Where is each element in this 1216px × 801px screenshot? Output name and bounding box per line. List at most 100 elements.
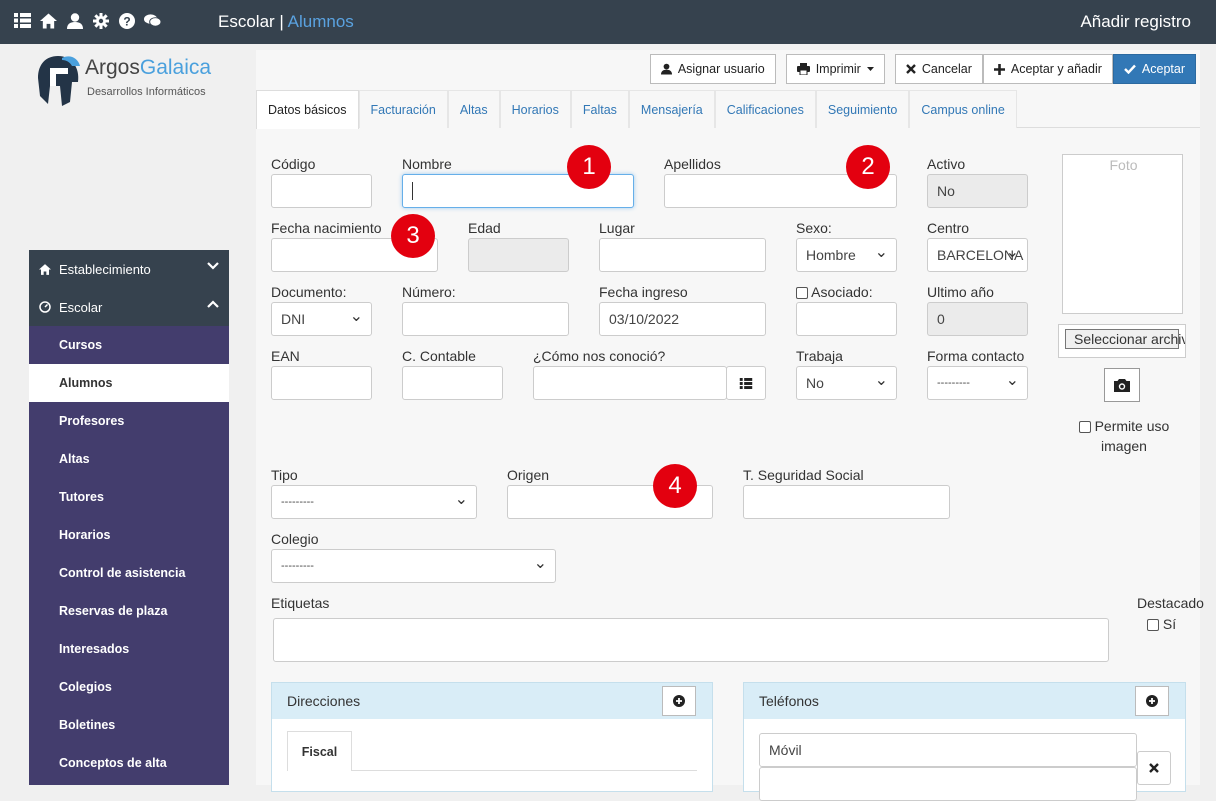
company-logo: ArgosGalaica Desarrollos Informáticos [30, 50, 230, 110]
tab-mensajeria[interactable]: Mensajería [628, 90, 715, 128]
tipo-select[interactable]: --------- [271, 485, 477, 519]
add-direccion-button[interactable] [662, 686, 696, 716]
print-icon [796, 63, 810, 75]
direcciones-panel: Direcciones Fiscal [271, 682, 713, 792]
annotation-badge-4: 4 [653, 464, 697, 508]
helmet-icon [38, 56, 80, 106]
tab-fiscal[interactable]: Fiscal [287, 731, 352, 771]
camera-button[interactable] [1104, 368, 1140, 402]
trabaja-label: Trabaja [796, 348, 843, 364]
seguridad-social-input[interactable] [743, 485, 950, 519]
telefono-numero-input[interactable] [759, 767, 1137, 801]
sidebar-item-interesados[interactable]: Interesados [29, 630, 229, 668]
top-navbar: ? Escolar | Alumnos Añadir registro [0, 0, 1216, 44]
plus-circle-icon [673, 695, 685, 707]
print-label: Imprimir [815, 62, 861, 76]
sidebar-item-colegios[interactable]: Colegios [29, 668, 229, 706]
fecha-ingreso-input[interactable]: 03/10/2022 [599, 302, 766, 336]
trabaja-select[interactable]: No [796, 366, 897, 400]
section-title: Escolar [218, 12, 275, 31]
user-icon [660, 63, 672, 75]
edad-field [468, 238, 569, 272]
plus-circle-icon [1146, 695, 1158, 707]
permite-uso-checkbox[interactable] [1078, 421, 1091, 434]
sidebar-item-boletines[interactable]: Boletines [29, 706, 229, 744]
svg-text:?: ? [123, 14, 130, 28]
colegio-select[interactable]: --------- [271, 549, 556, 583]
sidebar-section-establecimiento[interactable]: Establecimiento [29, 250, 229, 288]
accept-button[interactable]: Aceptar [1112, 54, 1196, 84]
home-icon [39, 263, 51, 275]
photo-box: Foto [1062, 154, 1183, 314]
file-select-button[interactable]: Seleccionar archivo [1058, 324, 1186, 358]
como-conocio-input[interactable] [533, 366, 727, 400]
tab-facturacion[interactable]: Facturación [358, 90, 448, 128]
tab-faltas[interactable]: Faltas [570, 90, 629, 128]
gear-icon[interactable] [92, 12, 109, 29]
numero-label: Número: [402, 284, 456, 300]
permite-uso-label-2: imagen [1101, 438, 1147, 454]
activo-label: Activo [927, 156, 966, 172]
c-contable-label: C. Contable [402, 348, 476, 364]
remove-telefono-button[interactable] [1137, 751, 1171, 785]
logo-name: ArgosGalaica [85, 56, 211, 80]
tab-datos-basicos[interactable]: Datos básicos [256, 90, 359, 129]
ean-label: EAN [271, 348, 300, 364]
text-cursor [412, 182, 413, 200]
sidebar-item-conceptos-alta[interactable]: Conceptos de alta [29, 744, 229, 782]
colegio-label: Colegio [271, 531, 319, 547]
sexo-select[interactable]: Hombre [796, 238, 897, 272]
cancel-button[interactable]: Cancelar [894, 54, 983, 84]
print-button[interactable]: Imprimir [785, 54, 885, 84]
title-separator: | [279, 12, 284, 31]
chat-icon[interactable] [144, 12, 161, 29]
etiquetas-input[interactable] [273, 618, 1109, 662]
sidebar-section-escolar[interactable]: Escolar [29, 288, 229, 326]
sidebar-item-altas[interactable]: Altas [29, 440, 229, 478]
tab-campus-online[interactable]: Campus online [909, 90, 1017, 128]
forma-contacto-label: Forma contacto [927, 348, 1025, 364]
sidebar-item-cursos[interactable]: Cursos [29, 326, 229, 364]
lugar-input[interactable] [599, 238, 766, 272]
tab-horarios[interactable]: Horarios [499, 90, 571, 128]
tab-seguimiento[interactable]: Seguimiento [815, 90, 910, 128]
asociado-checkbox[interactable] [796, 287, 808, 300]
accept-add-label: Aceptar y añadir [1010, 62, 1102, 76]
ean-input[interactable] [271, 366, 372, 400]
centro-select[interactable]: BARCELONA [927, 238, 1028, 272]
close-icon [905, 64, 916, 74]
assign-user-label: Asignar usuario [677, 62, 765, 76]
tab-calificaciones[interactable]: Calificaciones [714, 90, 816, 128]
c-contable-input[interactable] [402, 366, 503, 400]
check-icon [1124, 64, 1136, 74]
sidebar-item-alumnos[interactable]: Alumnos [29, 364, 229, 402]
logo-tagline: Desarrollos Informáticos [87, 86, 206, 98]
asociado-input[interactable] [796, 302, 897, 336]
como-conocio-list-button[interactable] [726, 366, 766, 400]
sidebar-item-horarios[interactable]: Horarios [29, 516, 229, 554]
destacado-checkbox[interactable] [1147, 619, 1159, 632]
numero-input[interactable] [402, 302, 569, 336]
help-icon[interactable]: ? [118, 12, 135, 29]
sidebar-item-control-asistencia[interactable]: Control de asistencia [29, 554, 229, 592]
sidebar-item-reservas-plaza[interactable]: Reservas de plaza [29, 592, 229, 630]
list-icon[interactable] [14, 12, 31, 29]
telefono-tipo-input[interactable]: Móvil [759, 733, 1137, 767]
tab-altas[interactable]: Altas [447, 90, 500, 128]
como-conocio-label: ¿Cómo nos conoció? [533, 348, 666, 364]
user-icon[interactable] [66, 12, 83, 29]
home-icon[interactable] [40, 12, 57, 29]
logo-name-a: Argos [85, 56, 140, 79]
caret-down-icon [866, 67, 874, 71]
sidebar-item-profesores[interactable]: Profesores [29, 402, 229, 440]
documento-select[interactable]: DNI [271, 302, 372, 336]
assign-user-button[interactable]: Asignar usuario [649, 54, 776, 84]
forma-contacto-select[interactable]: --------- [927, 366, 1028, 400]
add-telefono-button[interactable] [1135, 686, 1169, 716]
module-link[interactable]: Alumnos [288, 12, 354, 31]
sidebar-item-tutores[interactable]: Tutores [29, 478, 229, 516]
ultimo-anio-field: 0 [927, 302, 1028, 336]
codigo-input[interactable] [271, 174, 372, 208]
telefonos-panel: Teléfonos Móvil [743, 682, 1186, 801]
accept-add-button[interactable]: Aceptar y añadir [982, 54, 1113, 84]
